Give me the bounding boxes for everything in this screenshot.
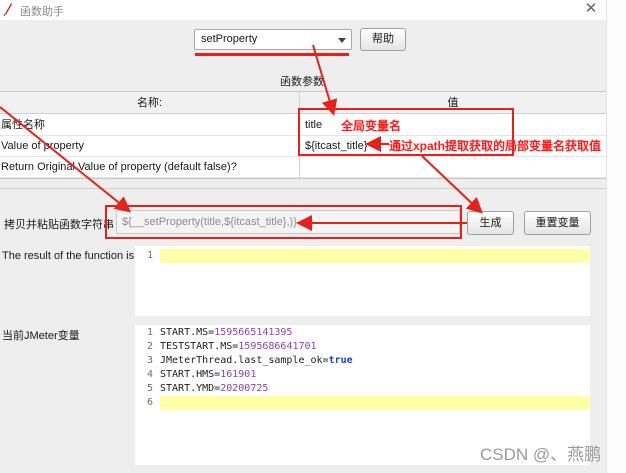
watermark: CSDN @、燕鹏 — [480, 445, 602, 464]
close-icon[interactable]: ✕ — [580, 0, 602, 18]
window-title: 函数助手 — [20, 6, 64, 18]
copy-label: 拷贝并粘贴函数字符串 — [4, 219, 114, 231]
code-line: START.MS=1595665141395 — [160, 327, 292, 338]
var-key: START.YMD= — [160, 383, 221, 394]
annotation-xpath-note: 通过xpath提取获取的局部变量名获取值 — [389, 139, 602, 153]
code-line: JMeterThread.last_sample_ok=true — [160, 355, 353, 366]
table-row[interactable]: Return Original Value of property (defau… — [0, 157, 606, 178]
code-line: START.HMS=161901 — [160, 369, 256, 380]
help-button[interactable]: 帮助 — [360, 28, 406, 51]
var-key: START.MS= — [160, 327, 215, 338]
line-number: 6 — [146, 397, 153, 408]
var-key: JMeterThread.last_sample_ok= — [160, 355, 329, 366]
result-editor[interactable]: 1 — [135, 246, 590, 316]
var-value: 1595665141395 — [214, 327, 293, 338]
separator — [0, 188, 606, 189]
current-line-highlight — [160, 249, 590, 263]
generate-button[interactable]: 生成 — [467, 211, 514, 235]
line-number: 3 — [146, 355, 153, 366]
line-gutter: 1 — [135, 246, 157, 316]
param-name: Value of property — [1, 140, 84, 152]
var-key: TESTSTART.MS= — [160, 341, 239, 352]
code-line: TESTSTART.MS=1595686641701 — [160, 341, 317, 352]
var-value: 1595686641701 — [238, 341, 317, 352]
annotation-box-function-string — [105, 205, 462, 239]
title-bar: 函数助手 ✕ — [0, 0, 606, 20]
var-value: 20200725 — [220, 383, 269, 394]
param-name: Return Original Value of property (defau… — [1, 161, 237, 173]
params-section-label: 函数参数 — [280, 76, 324, 88]
line-gutter: 1 2 3 4 5 6 — [135, 325, 157, 465]
line-number: 5 — [146, 383, 153, 394]
line-number: 4 — [146, 369, 153, 380]
background-strip — [606, 0, 626, 473]
line-number: 1 — [146, 327, 153, 338]
reset-variables-button[interactable]: 重置变量 — [524, 211, 591, 235]
var-key: START.HMS= — [160, 369, 221, 380]
feather-icon — [3, 3, 12, 16]
column-header-name: 名称: — [0, 92, 299, 114]
function-select-value: setProperty — [201, 33, 258, 45]
code-line: START.YMD=20200725 — [160, 383, 268, 394]
jmeter-vars-label: 当前JMeter变量 — [2, 330, 80, 342]
line-number: 1 — [146, 250, 153, 261]
param-value[interactable] — [305, 157, 595, 178]
var-value: true — [328, 355, 353, 366]
current-line-highlight — [160, 396, 590, 410]
annotation-global-var: 全局变量名 — [341, 119, 402, 133]
line-number: 2 — [146, 341, 153, 352]
chevron-down-icon — [338, 38, 346, 43]
var-value: 161901 — [220, 369, 257, 380]
function-select[interactable]: setProperty — [194, 29, 352, 50]
annotation-underline — [195, 53, 349, 56]
result-label: The result of the function is — [2, 250, 135, 262]
param-name: 属性名称 — [1, 119, 45, 131]
